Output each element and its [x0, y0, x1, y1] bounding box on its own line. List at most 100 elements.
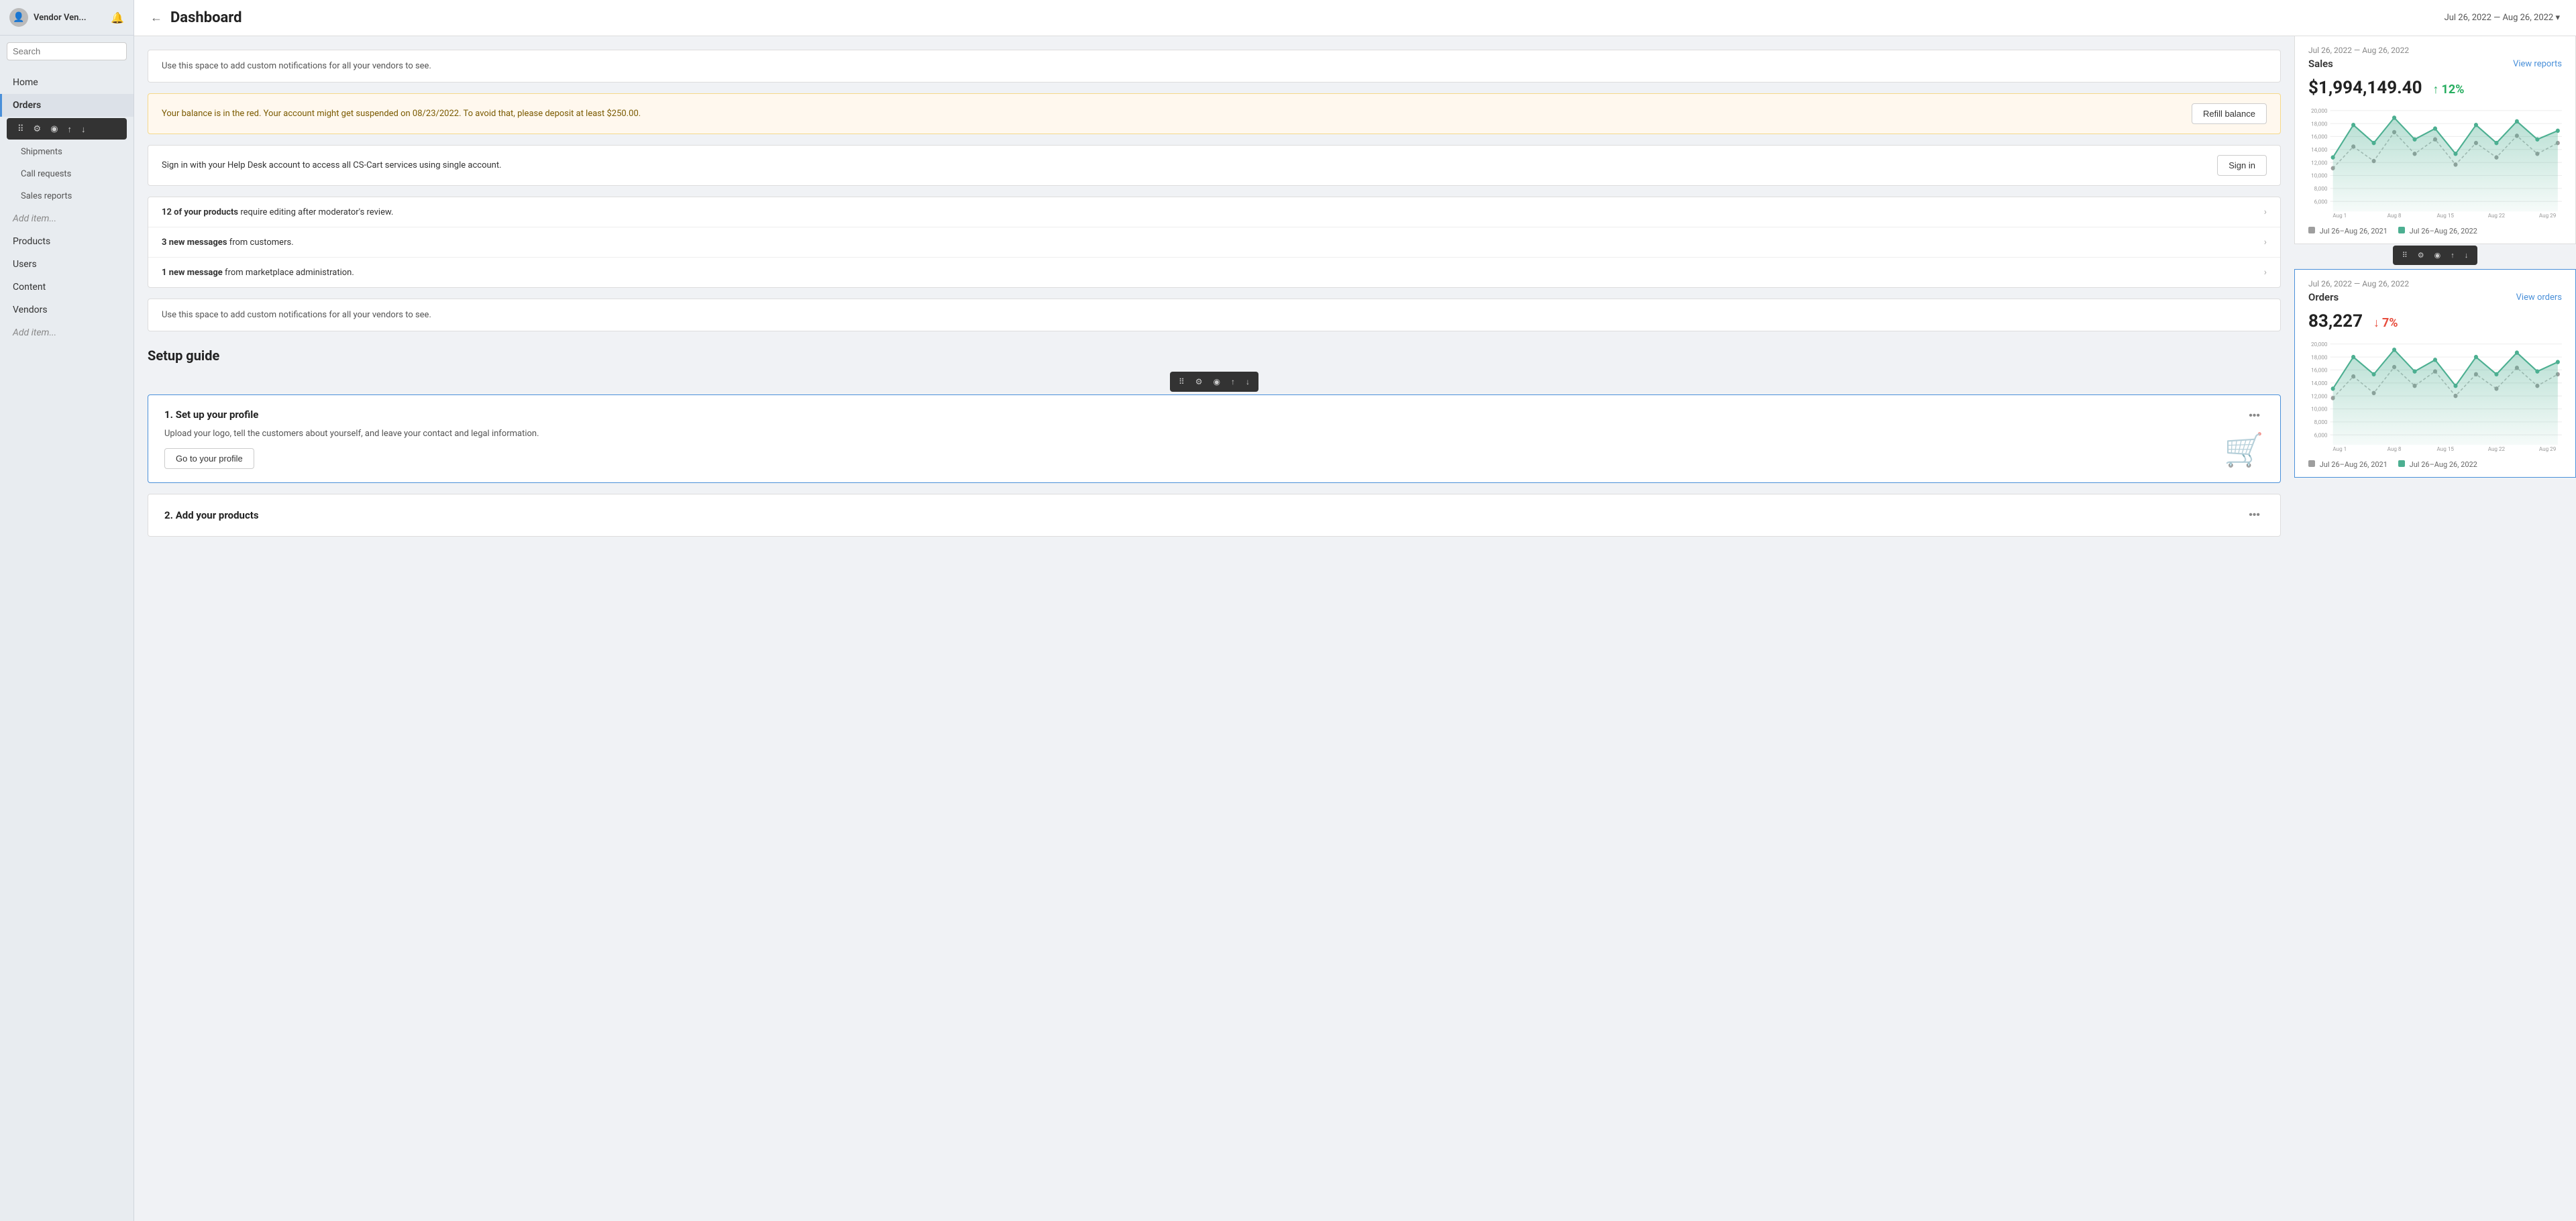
orders-chart-legend: Jul 26–Aug 26, 2021 Jul 26–Aug 26, 2022 — [2295, 458, 2575, 477]
sidebar-item-vendors[interactable]: Vendors — [0, 299, 133, 321]
orders-widget-header: Jul 26, 2022 — Aug 26, 2022 Orders View … — [2295, 270, 2575, 309]
svg-text:16,000: 16,000 — [2311, 134, 2328, 140]
top-notification: Use this space to add custom notificatio… — [148, 50, 2281, 83]
orders-amount: 83,227 — [2308, 311, 2363, 331]
orders-drag-toolbar: ⠿ ⚙ ◉ ↑ ↓ — [2393, 246, 2478, 265]
sidebar-item-products[interactable]: Products — [0, 230, 133, 253]
orders-drag-eye-icon[interactable]: ◉ — [2430, 249, 2445, 262]
sales-title-row: Sales View reports — [2308, 58, 2562, 70]
user-avatar: 👤 — [9, 8, 28, 27]
topbar: ← Dashboard Jul 26, 2022 — Aug 26, 2022 … — [134, 0, 2576, 36]
svg-text:Aug 8: Aug 8 — [2387, 213, 2402, 219]
svg-text:8,000: 8,000 — [2314, 186, 2328, 193]
orders-toolbar-gear-icon[interactable]: ⚙ — [30, 121, 46, 137]
info-row-messages[interactable]: 3 new messages from customers. › — [148, 227, 2280, 258]
balance-alert: Your balance is in the red. Your account… — [148, 93, 2281, 134]
center-panel: Use this space to add custom notificatio… — [134, 36, 2294, 1221]
setup-toolbar-gear-icon[interactable]: ⚙ — [1191, 374, 1208, 389]
sidebar-item-orders[interactable]: Orders — [0, 94, 133, 117]
main-content: ← Dashboard Jul 26, 2022 — Aug 26, 2022 … — [134, 0, 2576, 1221]
svg-text:Aug 15: Aug 15 — [2437, 446, 2455, 452]
svg-text:10,000: 10,000 — [2311, 407, 2328, 413]
orders-drag-down-icon[interactable]: ↓ — [2461, 250, 2473, 262]
orders-toolbar-grid-icon[interactable]: ⠿ — [13, 121, 28, 137]
back-button[interactable]: ← — [150, 11, 162, 25]
view-reports-link[interactable]: View reports — [2513, 59, 2562, 69]
orders-legend-2022: Jul 26–Aug 26, 2022 — [2398, 460, 2477, 469]
setup-step1-card: 1. Set up your profile ••• Upload your l… — [148, 394, 2281, 483]
svg-text:Aug 22: Aug 22 — [2488, 446, 2506, 452]
orders-chart-svg: 20,000 18,000 16,000 14,000 12,000 10,00… — [2306, 337, 2565, 452]
setup-toolbar-grid-icon[interactable]: ⠿ — [1174, 374, 1189, 389]
svg-text:Aug 1: Aug 1 — [2332, 446, 2347, 452]
info-text-admin: 1 new message from marketplace administr… — [162, 268, 354, 278]
sidebar-item-sales-reports[interactable]: Sales reports — [0, 185, 133, 207]
refill-balance-button[interactable]: Refill balance — [2192, 103, 2267, 124]
orders-toolbar-up-icon[interactable]: ↑ — [64, 121, 76, 137]
orders-drag-grid-icon[interactable]: ⠿ — [2398, 249, 2412, 262]
sidebar-item-home[interactable]: Home — [0, 71, 133, 94]
svg-text:Aug 15: Aug 15 — [2437, 213, 2455, 219]
orders-legend-2021: Jul 26–Aug 26, 2021 — [2308, 460, 2387, 469]
page-title: Dashboard — [170, 9, 242, 26]
setup-step2-card: 2. Add your products ••• — [148, 494, 2281, 537]
orders-title: Orders — [2308, 291, 2339, 303]
setup-toolbar-wrap: ⠿ ⚙ ◉ ↑ ↓ — [148, 372, 2281, 392]
svg-text:12,000: 12,000 — [2311, 160, 2328, 166]
svg-text:20,000: 20,000 — [2311, 341, 2328, 348]
sidebar-item-add-orders[interactable]: Add item... — [0, 207, 133, 230]
sales-title: Sales — [2308, 58, 2333, 70]
sidebar-item-add-main[interactable]: Add item... — [0, 321, 133, 344]
orders-drag-toolbar-wrap: ⠿ ⚙ ◉ ↑ ↓ — [2294, 244, 2576, 268]
setup-toolbar-eye-icon[interactable]: ◉ — [1209, 374, 1225, 389]
go-to-profile-button[interactable]: Go to your profile — [164, 448, 254, 469]
sidebar-item-content[interactable]: Content — [0, 276, 133, 299]
svg-text:18,000: 18,000 — [2311, 354, 2328, 361]
info-text-messages: 3 new messages from customers. — [162, 237, 294, 248]
orders-percent: ↓ 7% — [2373, 316, 2398, 330]
orders-chart: 20,000 18,000 16,000 14,000 12,000 10,00… — [2295, 337, 2575, 458]
sidebar-header: 👤 Vendor Ven... 🔔 — [0, 0, 133, 36]
signin-button[interactable]: Sign in — [2217, 155, 2267, 176]
svg-text:12,000: 12,000 — [2311, 393, 2328, 400]
sidebar-search-container: 🔍 — [7, 42, 127, 60]
sales-chart-svg: 20,000 18,000 16,000 14,000 12,000 10,00… — [2306, 103, 2565, 219]
orders-toolbar-eye-icon[interactable]: ◉ — [46, 121, 62, 137]
sales-chart-legend: Jul 26–Aug 26, 2021 Jul 26–Aug 26, 2022 — [2295, 224, 2575, 244]
orders-amount-row: 83,227 ↓ 7% — [2295, 309, 2575, 337]
search-input[interactable] — [13, 46, 131, 56]
sidebar-item-users[interactable]: Users — [0, 253, 133, 276]
setup-card-toolbar: ⠿ ⚙ ◉ ↑ ↓ — [1170, 372, 1258, 392]
view-orders-link[interactable]: View orders — [2516, 293, 2562, 303]
date-range-selector[interactable]: Jul 26, 2022 — Aug 26, 2022 ▾ — [2445, 13, 2560, 23]
setup-step1-more-button[interactable]: ••• — [2245, 409, 2264, 423]
right-panel: Jul 26, 2022 — Aug 26, 2022 Sales View r… — [2294, 36, 2576, 1221]
svg-text:20,000: 20,000 — [2311, 108, 2328, 115]
sales-legend-2021: Jul 26–Aug 26, 2021 — [2308, 227, 2387, 235]
info-row-products-editing[interactable]: 12 of your products require editing afte… — [148, 197, 2280, 227]
setup-step2-header: 2. Add your products ••• — [164, 508, 2264, 523]
cart-icon: 🛒 — [2224, 431, 2264, 469]
info-row-admin-message[interactable]: 1 new message from marketplace administr… — [148, 258, 2280, 287]
sales-chart: 20,000 18,000 16,000 14,000 12,000 10,00… — [2295, 103, 2575, 224]
setup-step1-header: 1. Set up your profile ••• — [164, 409, 2264, 423]
bell-icon[interactable]: 🔔 — [111, 11, 124, 24]
sidebar-item-call-requests[interactable]: Call requests — [0, 163, 133, 185]
info-card: 12 of your products require editing afte… — [148, 197, 2281, 288]
signin-bar: Sign in with your Help Desk account to a… — [148, 145, 2281, 186]
orders-date: Jul 26, 2022 — Aug 26, 2022 — [2308, 279, 2562, 288]
chevron-icon-2: › — [2264, 237, 2267, 248]
orders-toolbar-down-icon[interactable]: ↓ — [77, 121, 90, 137]
orders-nav-toolbar: ⠿ ⚙ ◉ ↑ ↓ — [7, 118, 127, 140]
sidebar-user[interactable]: 👤 Vendor Ven... — [9, 8, 87, 27]
svg-text:14,000: 14,000 — [2311, 380, 2328, 387]
orders-drag-gear-icon[interactable]: ⚙ — [2414, 249, 2428, 262]
svg-text:16,000: 16,000 — [2311, 367, 2328, 374]
setup-step2-more-button[interactable]: ••• — [2245, 508, 2264, 523]
setup-step2-title: 2. Add your products — [164, 509, 259, 521]
sidebar-item-shipments[interactable]: Shipments — [0, 141, 133, 163]
setup-toolbar-down-icon[interactable]: ↓ — [1241, 374, 1254, 389]
setup-toolbar-up-icon[interactable]: ↑ — [1226, 374, 1240, 389]
svg-text:8,000: 8,000 — [2314, 419, 2328, 426]
orders-drag-up-icon[interactable]: ↑ — [2447, 250, 2459, 262]
